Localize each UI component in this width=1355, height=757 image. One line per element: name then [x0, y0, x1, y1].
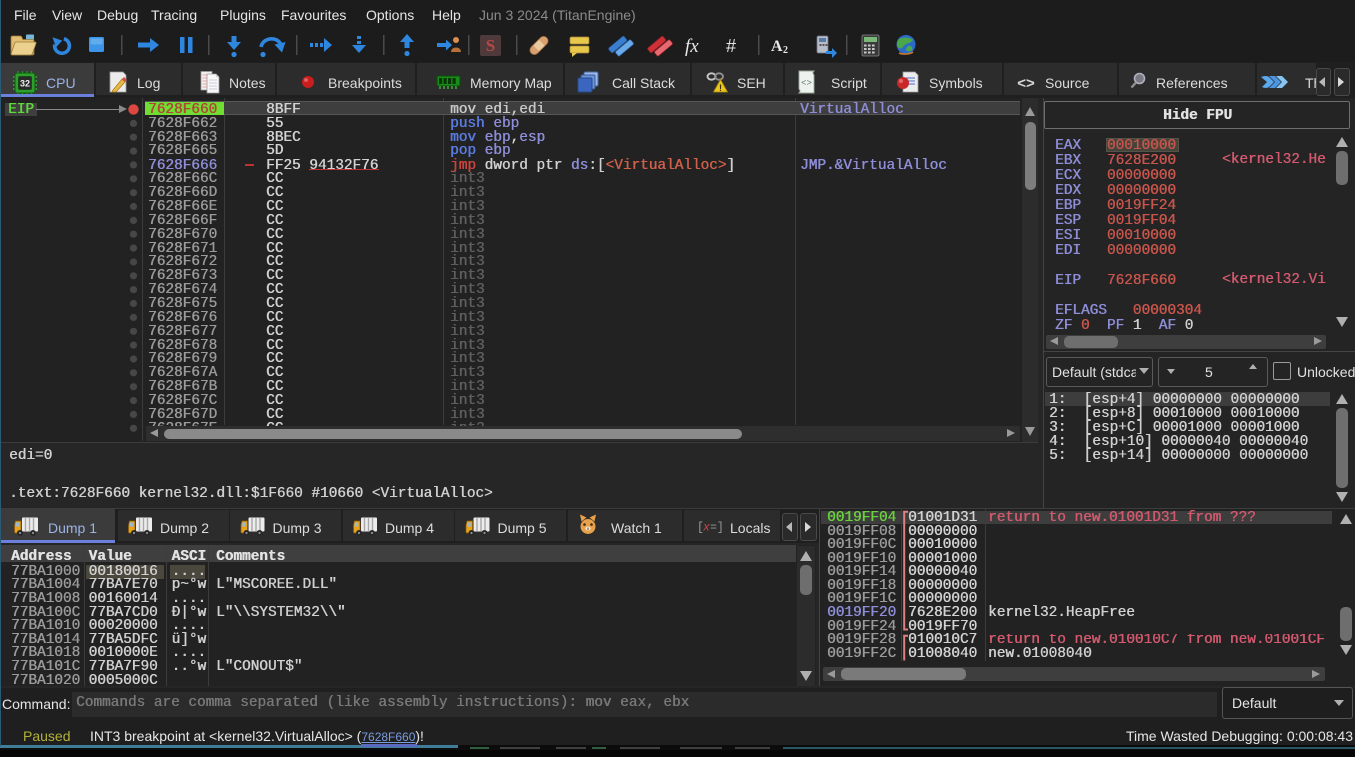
svg-text:32: 32 — [20, 79, 30, 89]
svg-text:2: 2 — [783, 45, 788, 56]
svg-text:x: x — [702, 522, 710, 535]
svg-text:fx: fx — [685, 36, 699, 57]
svg-text:<>: <> — [801, 79, 812, 89]
svg-text:#: # — [726, 36, 736, 56]
svg-text:A: A — [771, 38, 783, 55]
svg-text:S: S — [486, 36, 495, 55]
svg-text:!: ! — [719, 83, 722, 93]
svg-text:<>: <> — [1017, 75, 1035, 92]
svg-text:=]: =] — [710, 522, 724, 535]
